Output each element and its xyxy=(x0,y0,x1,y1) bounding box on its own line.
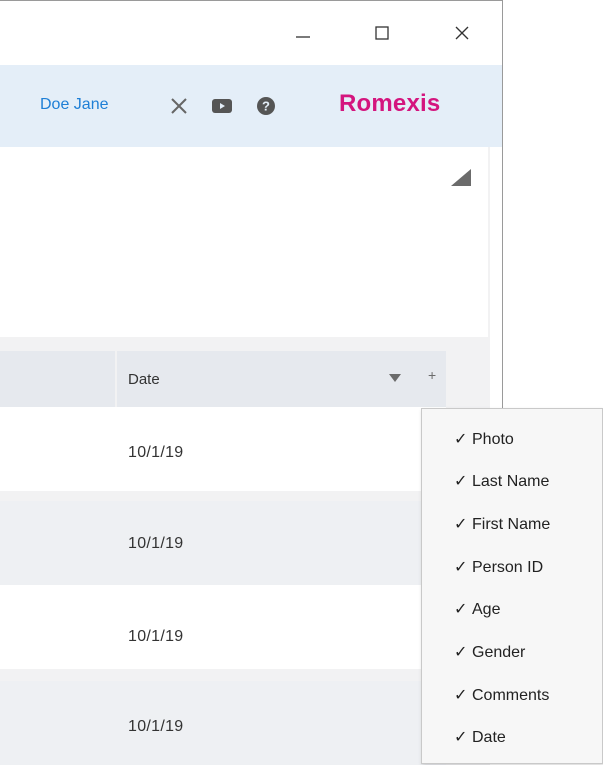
menu-item-label: Photo xyxy=(472,431,514,448)
maximize-icon xyxy=(375,26,389,40)
menu-item-label: Date xyxy=(472,729,506,746)
menu-item-age[interactable]: ✓ Age xyxy=(454,599,500,619)
menu-item-label: First Name xyxy=(472,516,551,533)
column-header-previous[interactable] xyxy=(0,351,115,407)
check-icon: ✓ xyxy=(454,431,468,448)
table-row[interactable] xyxy=(0,585,446,669)
table-row[interactable] xyxy=(0,681,446,765)
column-visibility-menu: ✓ Photo ✓ Last Name ✓ First Name ✓ Person ID… xyxy=(421,408,603,764)
menu-item-photo[interactable]: ✓ Photo xyxy=(454,429,514,449)
table-row[interactable] xyxy=(0,501,446,585)
table-row[interactable] xyxy=(0,407,446,491)
check-icon: ✓ xyxy=(454,601,468,618)
help-icon: ? xyxy=(257,97,275,115)
close-icon xyxy=(455,26,469,40)
check-icon: ✓ xyxy=(454,687,468,704)
table-cell-date: 10/1/19 xyxy=(128,718,184,735)
title-bar xyxy=(0,1,502,65)
menu-item-label: Age xyxy=(472,601,501,618)
minimize-icon xyxy=(296,36,310,38)
brand-logo: Romexis xyxy=(339,90,441,117)
close-patient-button[interactable] xyxy=(166,93,192,119)
table-cell-date: 10/1/19 xyxy=(128,535,184,552)
check-icon: ✓ xyxy=(454,644,468,661)
menu-item-last-name[interactable]: ✓ Last Name xyxy=(454,471,549,491)
minimize-button[interactable] xyxy=(283,15,323,51)
check-icon: ✓ xyxy=(454,473,468,490)
menu-item-person-id[interactable]: ✓ Person ID xyxy=(454,557,543,577)
check-icon: ✓ xyxy=(454,516,468,533)
check-icon: ✓ xyxy=(454,729,468,746)
resize-corner-icon[interactable] xyxy=(451,169,471,186)
video-button[interactable] xyxy=(209,93,235,119)
help-button[interactable]: ? xyxy=(253,93,279,119)
close-window-button[interactable] xyxy=(442,15,482,51)
table-cell-date: 10/1/19 xyxy=(128,628,184,645)
menu-item-first-name[interactable]: ✓ First Name xyxy=(454,514,550,534)
patient-card xyxy=(0,147,488,337)
menu-item-date[interactable]: ✓ Date xyxy=(454,727,506,747)
menu-item-gender[interactable]: ✓ Gender xyxy=(454,642,525,662)
video-icon xyxy=(212,99,232,113)
add-column-icon[interactable]: + xyxy=(428,367,436,383)
user-name-link[interactable]: Doe Jane xyxy=(40,96,109,114)
menu-item-comments[interactable]: ✓ Comments xyxy=(454,685,549,705)
check-icon: ✓ xyxy=(454,559,468,576)
menu-item-label: Last Name xyxy=(472,473,550,490)
maximize-button[interactable] xyxy=(362,15,402,51)
close-x-icon xyxy=(171,98,187,114)
table-cell-date: 10/1/19 xyxy=(128,444,184,461)
menu-item-label: Person ID xyxy=(472,559,544,576)
svg-text:?: ? xyxy=(262,99,270,114)
menu-item-label: Comments xyxy=(472,687,550,704)
column-header-date-label: Date xyxy=(128,371,160,388)
sort-descending-icon[interactable] xyxy=(389,374,401,382)
menu-item-label: Gender xyxy=(472,644,526,661)
